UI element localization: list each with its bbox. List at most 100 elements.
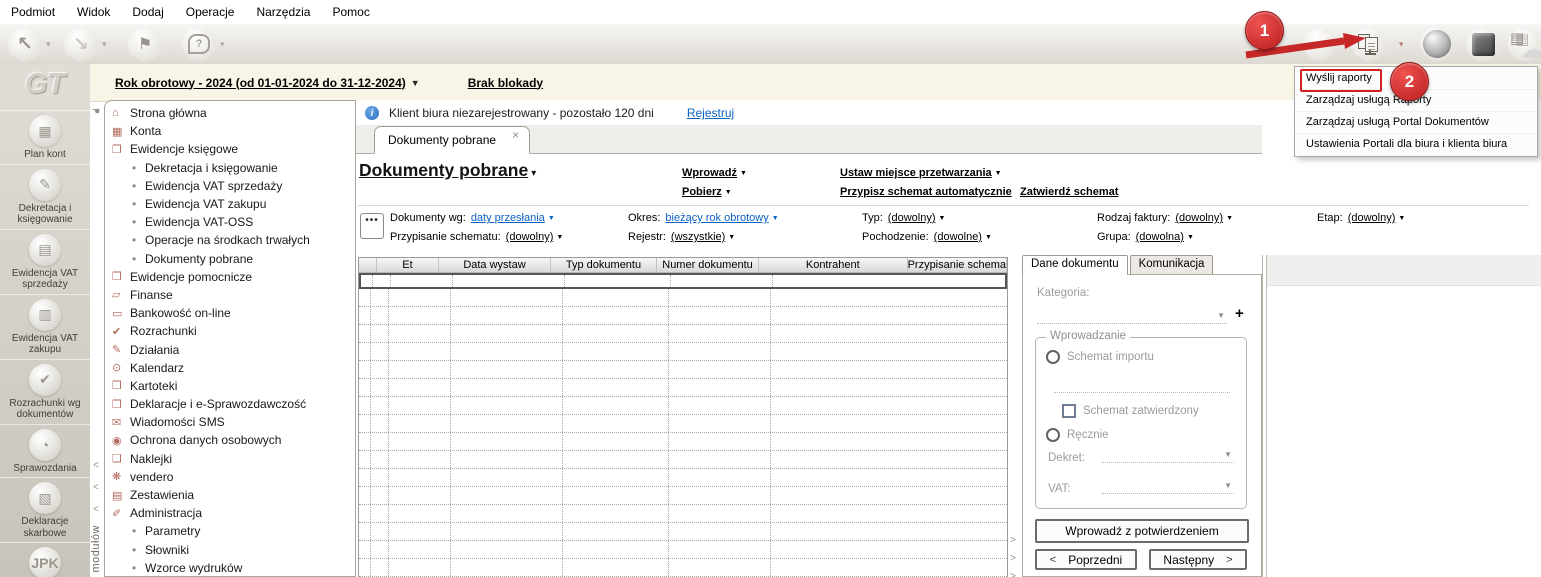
tab-dane-dokumentu[interactable]: Dane dokumentu: [1022, 255, 1128, 275]
action-wprowadz[interactable]: Wprowadź ▼: [682, 167, 747, 179]
table-column-header[interactable]: Data wystaw: [439, 258, 551, 272]
combo-caret-icon[interactable]: ▼: [1224, 450, 1232, 459]
cloud-archive-button[interactable]: [1508, 27, 1541, 61]
filter-value[interactable]: daty przesłania: [471, 212, 545, 224]
context-menu-item[interactable]: Zarządzaj usługą Portal Dokumentów: [1295, 112, 1537, 134]
table-column-header[interactable]: Kontrahent: [759, 258, 908, 272]
sidebar-item[interactable]: ◔ Sprawozdania: [0, 423, 90, 478]
tree-item[interactable]: • Dekretacja i księgowanie: [105, 159, 355, 177]
forward-dropdown-caret-icon[interactable]: ▾: [102, 39, 107, 50]
combo-caret-icon[interactable]: ▼: [1224, 481, 1232, 490]
back-dropdown-caret-icon[interactable]: ▾: [46, 39, 51, 50]
tree-item[interactable]: ⌂ Strona główna: [105, 104, 355, 122]
filter-value[interactable]: (dowolne): [934, 231, 982, 243]
tree-item[interactable]: • Operacje na środkach trwałych: [105, 231, 355, 249]
filter-caret-icon[interactable]: ▼: [548, 215, 555, 222]
add-category-button[interactable]: +: [1235, 305, 1244, 322]
filter-caret-icon[interactable]: ▼: [772, 215, 779, 222]
vat-combobox[interactable]: ▼: [1102, 475, 1234, 494]
tree-item[interactable]: • Ewidencja VAT sprzedaży: [105, 177, 355, 195]
filter-value[interactable]: (dowolny): [506, 231, 554, 243]
tree-item[interactable]: ⊙ Kalendarz: [105, 359, 355, 377]
table-row[interactable]: [359, 379, 1007, 397]
menu-item[interactable]: Widok: [66, 5, 121, 19]
tree-item[interactable]: ✔ Rozrachunki: [105, 322, 355, 340]
sidebar-item[interactable]: ✎ Dekretacja i księgowanie: [0, 163, 90, 229]
filter-value[interactable]: (dowolny): [888, 212, 936, 224]
tree-item[interactable]: ❐ Ewidencje pomocnicze: [105, 268, 355, 286]
context-menu-item[interactable]: Ustawienia Portali dla biura i klienta b…: [1295, 134, 1537, 155]
tree-item[interactable]: ❐ Deklaracje i e-Sprawozdawczość: [105, 395, 355, 413]
help-button[interactable]: [182, 27, 216, 61]
menu-item[interactable]: Operacje: [175, 5, 246, 19]
filter-caret-icon[interactable]: ▼: [728, 234, 735, 241]
nastepny-button[interactable]: Następny >: [1149, 549, 1247, 570]
tree-item[interactable]: • Dokumenty pobrane: [105, 250, 355, 268]
kategoria-combobox[interactable]: ▼: [1037, 305, 1227, 324]
tree-item[interactable]: • Ewidencja VAT zakupu: [105, 195, 355, 213]
table-column-header[interactable]: Et: [377, 258, 439, 272]
action-pobierz[interactable]: Pobierz ▼: [682, 186, 732, 198]
tree-item[interactable]: ✎ Działania: [105, 340, 355, 358]
send-reports-dropdown-caret-icon[interactable]: ▾: [1399, 39, 1404, 50]
tree-item[interactable]: • Wzorce wydruków: [105, 559, 355, 576]
tab-komunikacja[interactable]: Komunikacja: [1129, 255, 1214, 275]
table-row[interactable]: [359, 415, 1007, 433]
close-tab-icon[interactable]: [512, 128, 519, 142]
sidebar-item[interactable]: ▤ Ewidencja VAT sprzedaży: [0, 228, 90, 294]
table-row[interactable]: [359, 451, 1007, 469]
sidebar-item[interactable]: ▥ Ewidencja VAT zakupu: [0, 293, 90, 359]
radio-recznie[interactable]: Ręcznie: [1046, 428, 1109, 442]
tree-item[interactable]: ▤ Zestawienia: [105, 486, 355, 504]
filter-value[interactable]: (dowolny): [1348, 212, 1396, 224]
collapse-chevron-icon[interactable]: <: [93, 461, 99, 471]
fiscal-year-caret-icon[interactable]: ▼: [411, 78, 420, 88]
back-button[interactable]: ↖: [8, 27, 42, 61]
table-row[interactable]: [359, 361, 1007, 379]
combo-caret-icon[interactable]: ▼: [1217, 311, 1225, 320]
sidebar-item[interactable]: ▧ Deklaracje skarbowe: [0, 477, 90, 542]
help-dropdown-caret-icon[interactable]: ▾: [220, 39, 225, 50]
tree-item[interactable]: ❋ vendero: [105, 468, 355, 486]
expand-chevron-icon[interactable]: >: [1010, 572, 1016, 577]
pin-icon[interactable]: ☚: [92, 106, 100, 117]
table-row[interactable]: [359, 397, 1007, 415]
tree-item[interactable]: ❒ Kartoteki: [105, 377, 355, 395]
filter-value[interactable]: (wszystkie): [671, 231, 725, 243]
table-row[interactable]: [359, 559, 1007, 577]
table-column-header[interactable]: Numer dokumentu: [657, 258, 759, 272]
filter-caret-icon[interactable]: ▼: [1187, 234, 1194, 241]
table-row[interactable]: [359, 433, 1007, 451]
action-przypisz-schemat[interactable]: Przypisz schemat automatycznie: [840, 186, 1012, 198]
flag-button[interactable]: ⚑: [128, 27, 162, 61]
table-row[interactable]: [359, 541, 1007, 559]
sidebar-item[interactable]: JPK e-Sprawozdaw. JPK_VAT: [0, 542, 90, 577]
action-ustaw-miejsce[interactable]: Ustaw miejsce przetwarzania ▼: [840, 167, 1002, 179]
register-link[interactable]: Rejestruj: [687, 106, 734, 120]
tree-item[interactable]: ▭ Bankowość on-line: [105, 304, 355, 322]
action-zatwierdz-schemat[interactable]: Zatwierdź schemat: [1020, 186, 1118, 198]
table-column-header[interactable]: Przypisanie schema: [908, 258, 1007, 272]
menu-item[interactable]: Podmiot: [0, 5, 66, 19]
table-row[interactable]: [359, 487, 1007, 505]
table-row[interactable]: [359, 307, 1007, 325]
checkbox-schemat-zatwierdzony[interactable]: Schemat zatwierdzony: [1062, 404, 1199, 418]
tree-item[interactable]: ▱ Finanse: [105, 286, 355, 304]
splitter[interactable]: [1262, 255, 1263, 577]
filter-value[interactable]: (dowolny): [1175, 212, 1223, 224]
filter-value[interactable]: bieżący rok obrotowy: [665, 212, 768, 224]
filter-caret-icon[interactable]: ▼: [556, 234, 563, 241]
sidebar-item[interactable]: ✔ Rozrachunki wg dokumentów: [0, 358, 90, 424]
table-row[interactable]: [359, 469, 1007, 487]
tree-item[interactable]: • Słowniki: [105, 541, 355, 559]
table-row[interactable]: [359, 289, 1007, 307]
schemat-importu-field[interactable]: [1054, 392, 1230, 393]
table-row[interactable]: [359, 505, 1007, 523]
fiscal-year-link[interactable]: Rok obrotowy - 2024 (od 01-01-2024 do 31…: [115, 76, 406, 90]
expand-chevron-icon[interactable]: >: [1010, 536, 1016, 546]
tree-item[interactable]: • Ewidencja VAT-OSS: [105, 213, 355, 231]
tree-item[interactable]: ❐ Ewidencje księgowe: [105, 140, 355, 158]
table-row[interactable]: [359, 523, 1007, 541]
collapse-chevron-icon[interactable]: <: [93, 483, 99, 493]
filter-caret-icon[interactable]: ▼: [985, 234, 992, 241]
